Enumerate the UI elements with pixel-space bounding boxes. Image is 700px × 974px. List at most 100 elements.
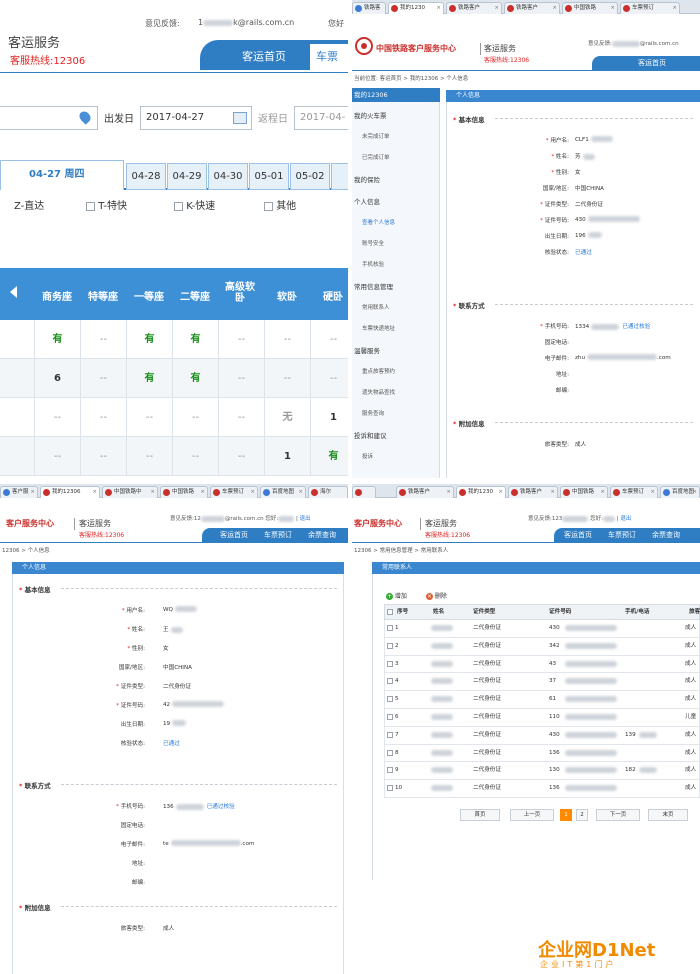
sidebar-item[interactable]: 账号安全 [362,239,384,247]
id-number: 61 [549,696,557,703]
nav-remaining[interactable]: 余票查询 [308,528,336,542]
delete-contact-button[interactable]: × 删除 [426,591,447,600]
browser-tab[interactable]: 百度地图 × [660,486,700,498]
browser-tab[interactable]: 铁路客户 × [396,486,454,498]
seat-row[interactable]: -- -- -- -- -- 1 有 [0,437,348,476]
nav-remaining[interactable]: 余票查询 [652,528,680,542]
sidebar-item[interactable]: 服务查询 [362,409,384,417]
table-row[interactable]: 6 二代身份证 110 儿童 [384,709,700,727]
station-input[interactable] [0,106,98,130]
date-tab-active[interactable]: 04-27 周四 [0,160,124,190]
train-type-t[interactable]: T-特快 [86,197,127,212]
feedback-email[interactable]: 1 k@rails.com.cn [198,18,294,27]
row-checkbox[interactable] [387,731,393,738]
passenger-type: 成人 [685,749,697,756]
browser-tab[interactable]: 铁路客户 × [446,2,502,14]
table-row[interactable]: 7 二代身份证 430 139 成人 [384,726,700,745]
calendar-icon[interactable] [233,112,247,124]
row-checkbox[interactable] [387,696,393,703]
browser-tab[interactable]: 铁路客户 × [508,486,558,498]
nav-home[interactable]: 客运首页 [638,56,666,70]
passenger-type: 成人 [685,731,697,738]
browser-tab-active[interactable]: 我的1230 × [388,2,444,14]
table-row[interactable]: 9 二代身份证 130 182 成人 [384,762,700,781]
seat-row[interactable]: 有 -- 有有 -- -- -- [0,320,348,359]
row-checkbox[interactable] [387,714,393,720]
date-tab[interactable]: 04-28 [126,163,166,190]
table-row[interactable]: 5 二代身份证 61 成人 [384,691,700,709]
train-type-other[interactable]: 其他 [264,197,296,212]
seat-cell: 1 [264,437,310,476]
page-2-button[interactable]: 2 [576,809,588,821]
return-date-input[interactable]: 2017-04- [294,106,348,130]
table-row[interactable]: 8 二代身份证 136 成人 [384,744,700,763]
row-checkbox[interactable] [387,767,393,774]
browser-tab[interactable]: 中国铁路 × [160,486,208,498]
seat-cell: -- [80,398,126,437]
add-contact-button[interactable]: + 增加 [386,591,407,600]
date-tab[interactable]: 05-01 [249,163,289,190]
table-row[interactable]: 2 二代身份证 342 成人 [384,637,700,656]
sidebar-item[interactable]: 重点旅客预约 [362,367,395,375]
sidebar-item[interactable]: 投诉 [362,452,373,460]
sidebar-item[interactable]: 常用联系人 [362,303,390,311]
table-row[interactable]: 3 二代身份证 43 成人 [384,655,700,674]
field-label: * 用户名: [545,138,569,144]
delete-icon: × [426,593,433,600]
browser-tab[interactable]: 铁路客户 [352,2,386,14]
row-checkbox[interactable] [387,625,393,631]
sidebar-item[interactable]: 已完成订单 [362,153,390,161]
row-checkbox[interactable] [387,785,393,792]
browser-tab[interactable] [352,486,376,498]
first-page-button[interactable]: 首页 [460,809,500,821]
sidebar-item[interactable]: 未完成订单 [362,132,390,140]
sidebar-item[interactable]: 车票快递地址 [362,324,395,332]
last-page-button[interactable]: 末页 [648,809,688,821]
browser-tab[interactable]: 车票预订 × [210,486,258,498]
browser-tab[interactable]: 车票预订 × [610,486,658,498]
row-checkbox[interactable] [387,660,393,667]
date-tab[interactable]: 04-30 [208,163,248,190]
browser-tab[interactable]: 铁路客户 × [504,2,560,14]
browser-tab[interactable]: 中国铁路中 × [102,486,158,498]
browser-tab[interactable]: 中国铁路 × [562,2,618,14]
date-tab[interactable]: 05-02 [290,163,330,190]
depart-date-input[interactable]: 2017-04-27 [140,106,252,130]
seat-cell: -- [34,437,80,476]
browser-tab[interactable]: 百度地图 × [260,486,306,498]
prev-page-button[interactable]: 上一页 [510,809,554,821]
seat-cell: 有 [172,320,218,359]
field-value[interactable]: 已通过 [575,248,592,256]
next-page-button[interactable]: 下一页 [596,809,640,821]
sidebar-item[interactable]: 查看个人信息 [362,218,395,226]
row-checkbox[interactable] [387,749,393,756]
nav-booking[interactable]: 车票预订 [608,528,636,542]
train-type-k[interactable]: K-快速 [174,197,215,212]
browser-tab[interactable]: 海尔 [308,486,348,498]
table-row[interactable]: 10 二代身份证 136 成人 [384,780,700,798]
select-all-checkbox[interactable] [387,609,393,615]
scroll-left-icon[interactable] [10,286,17,298]
train-type-z[interactable]: Z-直达 [14,197,44,212]
page-1-button[interactable]: 1 [560,809,572,821]
field-value[interactable]: 已通过 [163,739,180,747]
row-checkbox[interactable] [387,678,393,685]
browser-tab-active[interactable]: 我的12306 × [40,486,100,498]
nav-home[interactable]: 客运首页 [220,528,248,542]
sidebar-item[interactable]: 手机核验 [362,260,384,268]
seat-row[interactable]: 6 -- 有有 -- -- -- [0,359,348,398]
browser-tab[interactable]: 车票预订 × [620,2,680,14]
browser-tab[interactable]: 中国铁路 × [560,486,608,498]
browser-tab-active[interactable]: 我的1230 × [456,486,506,498]
nav-booking[interactable]: 车票预订 [264,528,292,542]
nav-home[interactable]: 客运首页 [242,48,286,64]
row-checkbox[interactable] [387,642,393,649]
date-tab[interactable]: 04-29 [167,163,207,190]
nav-home[interactable]: 客运首页 [564,528,592,542]
browser-tab[interactable]: 客户服 × [0,486,38,498]
nav-tickets[interactable]: 车票 [310,44,348,70]
table-row[interactable]: 4 二代身份证 37 成人 [384,673,700,692]
sidebar-item[interactable]: 遗失物品查找 [362,388,395,396]
seat-row[interactable]: -- -- -- -- -- 无 1 [0,398,348,437]
table-row[interactable]: 1 二代身份证 430 成人 [384,620,700,638]
